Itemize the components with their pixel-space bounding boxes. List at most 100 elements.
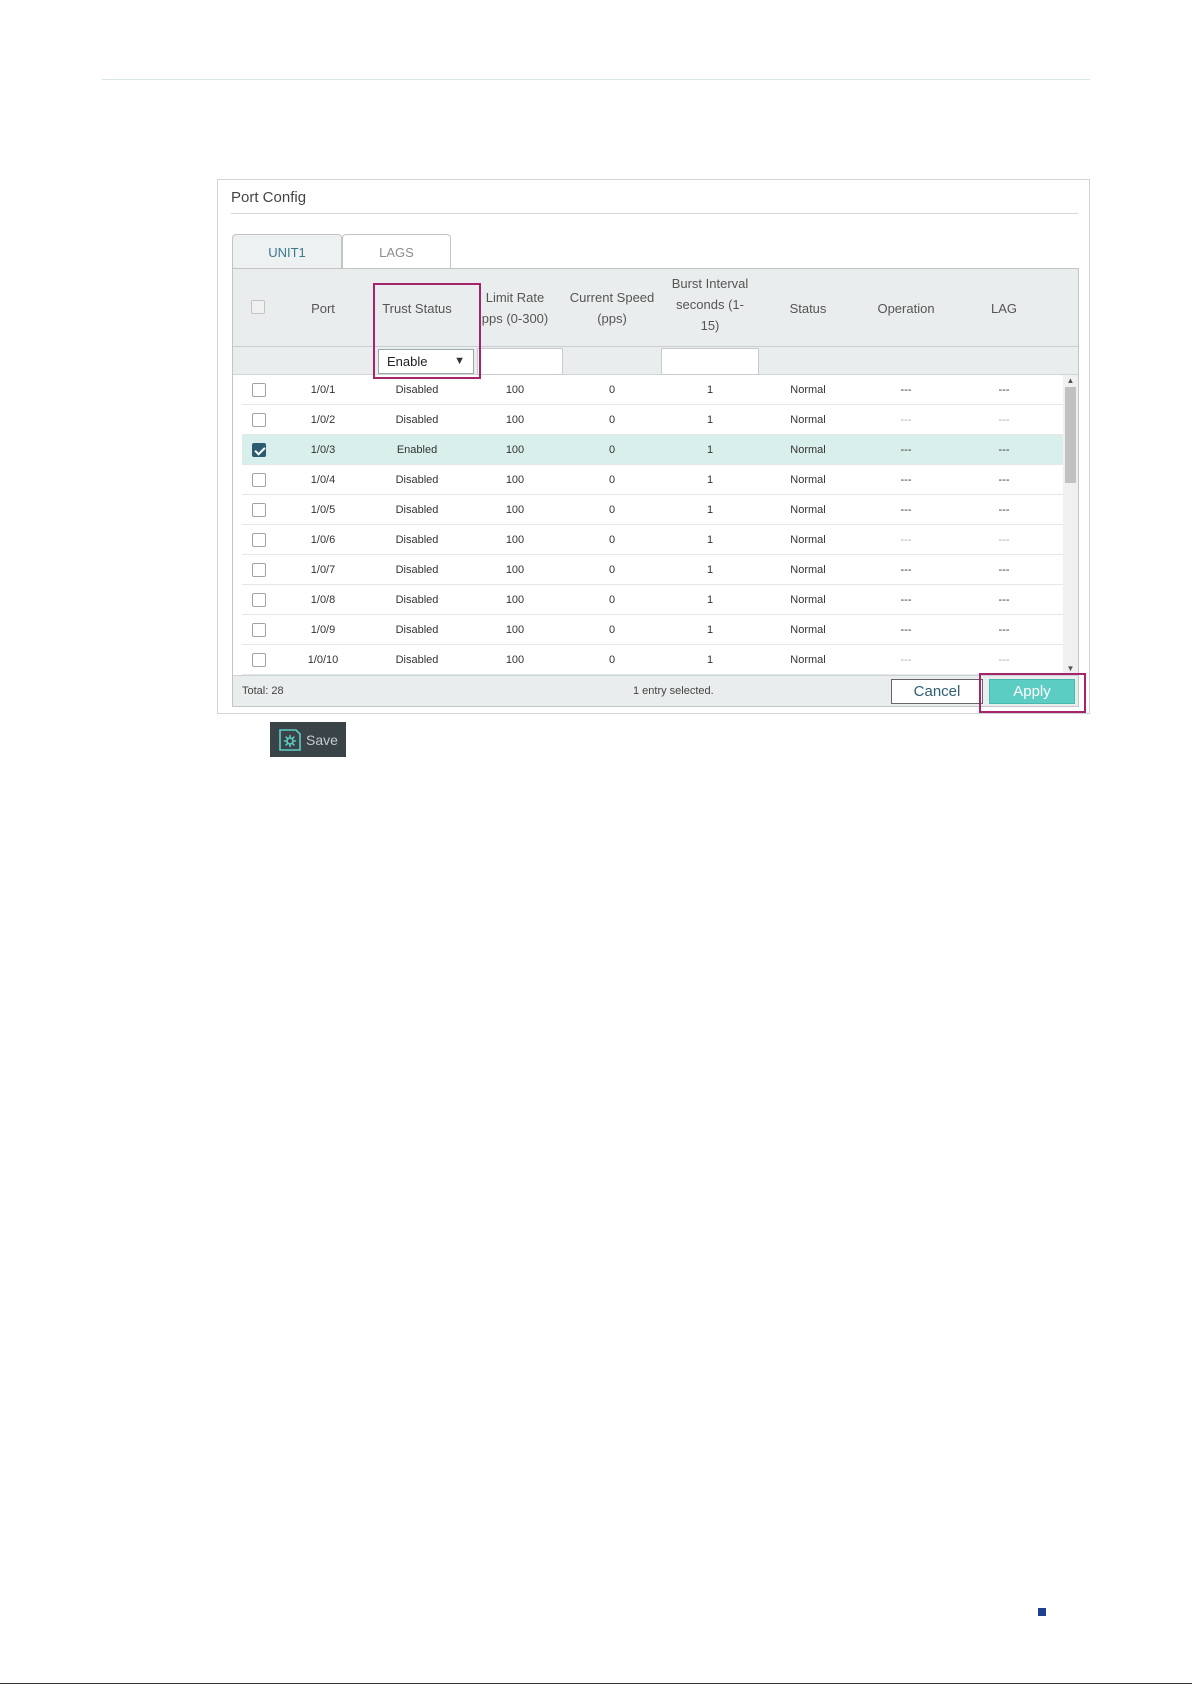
save-button[interactable]: Save bbox=[270, 722, 346, 757]
save-label: Save bbox=[306, 731, 338, 748]
cell-burst-interval: 1 bbox=[706, 444, 714, 456]
table-footer: Total: 28 1 entry selected. Cancel Apply bbox=[233, 675, 1078, 706]
cell-status: Normal bbox=[790, 654, 826, 666]
row-checkbox[interactable] bbox=[252, 503, 266, 517]
cell-current-speed: 0 bbox=[608, 534, 616, 546]
table-row[interactable]: 1/0/2 Disabled 100 0 1 Normal --- --- bbox=[242, 405, 1063, 435]
cell-trust-status: Disabled bbox=[395, 624, 439, 636]
row-checkbox[interactable] bbox=[252, 473, 266, 487]
tab-unit1[interactable]: UNIT1 bbox=[232, 234, 342, 269]
panel-divider bbox=[231, 213, 1078, 214]
cell-operation: --- bbox=[900, 594, 912, 606]
cell-operation: --- bbox=[900, 534, 912, 546]
port-config-panel: Port Config UNIT1 LAGS Port Trust Status… bbox=[217, 179, 1090, 714]
scroll-down-arrow-icon[interactable]: ▼ bbox=[1063, 663, 1078, 675]
cell-burst-interval: 1 bbox=[706, 384, 714, 396]
cell-port: 1/0/6 bbox=[310, 534, 336, 546]
table-row[interactable]: 1/0/6 Disabled 100 0 1 Normal --- --- bbox=[242, 525, 1063, 555]
table-row[interactable]: 1/0/7 Disabled 100 0 1 Normal --- --- bbox=[242, 555, 1063, 585]
cell-trust-status: Disabled bbox=[395, 384, 439, 396]
table-body: 1/0/1 Disabled 100 0 1 Normal --- --- 1/… bbox=[233, 375, 1063, 675]
table-row[interactable]: 1/0/4 Disabled 100 0 1 Normal --- --- bbox=[242, 465, 1063, 495]
tab-lags[interactable]: LAGS bbox=[342, 234, 451, 269]
row-checkbox[interactable] bbox=[252, 563, 266, 577]
row-checkbox[interactable] bbox=[252, 623, 266, 637]
page-marker bbox=[1038, 1608, 1046, 1616]
row-checkbox[interactable] bbox=[252, 653, 266, 667]
cell-burst-interval: 1 bbox=[706, 504, 714, 516]
cell-limit-rate: 100 bbox=[505, 594, 525, 606]
trust-status-select[interactable]: Enable ▼ bbox=[378, 349, 474, 374]
trust-status-select-value: Enable bbox=[387, 354, 428, 369]
filter-row: Enable ▼ bbox=[233, 347, 1078, 375]
limit-rate-input[interactable] bbox=[477, 348, 563, 375]
cell-operation: --- bbox=[900, 624, 912, 636]
col-limit-rate-line2: pps (0-300) bbox=[481, 311, 549, 326]
cell-status: Normal bbox=[790, 534, 826, 546]
cell-status: Normal bbox=[790, 504, 826, 516]
cell-limit-rate: 100 bbox=[505, 444, 525, 456]
cell-lag: --- bbox=[998, 594, 1010, 606]
scroll-up-arrow-icon[interactable]: ▲ bbox=[1063, 375, 1078, 387]
cell-status: Normal bbox=[790, 474, 826, 486]
cell-lag: --- bbox=[998, 384, 1010, 396]
cell-current-speed: 0 bbox=[608, 384, 616, 396]
col-current-speed-line1: Current Speed bbox=[569, 290, 655, 305]
cell-trust-status: Enabled bbox=[396, 444, 438, 456]
table-row[interactable]: 1/0/10 Disabled 100 0 1 Normal --- --- bbox=[242, 645, 1063, 675]
col-current-speed-line2: (pps) bbox=[597, 311, 627, 326]
table-scrollbar[interactable]: ▲ ▼ bbox=[1063, 375, 1078, 675]
table-row[interactable]: 1/0/9 Disabled 100 0 1 Normal --- --- bbox=[242, 615, 1063, 645]
col-limit-rate-line1: Limit Rate bbox=[485, 290, 545, 305]
cell-current-speed: 0 bbox=[608, 654, 616, 666]
cell-trust-status: Disabled bbox=[395, 564, 439, 576]
cell-limit-rate: 100 bbox=[505, 534, 525, 546]
burst-interval-input[interactable] bbox=[661, 348, 759, 375]
table-row[interactable]: 1/0/8 Disabled 100 0 1 Normal --- --- bbox=[242, 585, 1063, 615]
scrollbar-thumb[interactable] bbox=[1065, 387, 1076, 483]
row-checkbox[interactable] bbox=[252, 413, 266, 427]
col-burst-line3: 15) bbox=[700, 317, 720, 333]
cell-port: 1/0/7 bbox=[310, 564, 336, 576]
cell-limit-rate: 100 bbox=[505, 474, 525, 486]
table-row[interactable]: 1/0/1 Disabled 100 0 1 Normal --- --- bbox=[242, 375, 1063, 405]
cell-burst-interval: 1 bbox=[706, 654, 714, 666]
cell-limit-rate: 100 bbox=[505, 654, 525, 666]
cell-port: 1/0/3 bbox=[310, 444, 336, 456]
cell-port: 1/0/8 bbox=[310, 594, 336, 606]
top-divider bbox=[102, 79, 1090, 80]
cell-current-speed: 0 bbox=[608, 624, 616, 636]
cell-burst-interval: 1 bbox=[706, 534, 714, 546]
cell-status: Normal bbox=[790, 444, 826, 456]
cell-trust-status: Disabled bbox=[395, 534, 439, 546]
cell-trust-status: Disabled bbox=[395, 414, 439, 426]
panel-title: Port Config bbox=[231, 189, 307, 206]
save-gear-icon bbox=[279, 728, 301, 751]
col-trust-status: Trust Status bbox=[382, 300, 452, 316]
cell-status: Normal bbox=[790, 564, 826, 576]
cell-trust-status: Disabled bbox=[395, 474, 439, 486]
table-header: Port Trust Status Limit Rate pps (0-300)… bbox=[233, 269, 1078, 347]
col-status: Status bbox=[789, 300, 827, 316]
cell-current-speed: 0 bbox=[608, 444, 616, 456]
cell-lag: --- bbox=[998, 474, 1010, 486]
cell-port: 1/0/9 bbox=[310, 624, 336, 636]
row-checkbox[interactable] bbox=[252, 593, 266, 607]
cancel-button[interactable]: Cancel bbox=[891, 679, 983, 704]
row-checkbox[interactable] bbox=[252, 383, 266, 397]
col-burst-line1: Burst Interval bbox=[671, 275, 749, 291]
cell-current-speed: 0 bbox=[608, 564, 616, 576]
row-checkbox[interactable] bbox=[252, 533, 266, 547]
select-all-checkbox[interactable] bbox=[251, 300, 265, 314]
row-checkbox-checked[interactable] bbox=[252, 443, 266, 457]
col-limit-rate: Limit Rate pps (0-300) bbox=[467, 269, 563, 347]
apply-button[interactable]: Apply bbox=[989, 679, 1075, 704]
table-row[interactable]: 1/0/5 Disabled 100 0 1 Normal --- --- bbox=[242, 495, 1063, 525]
cell-current-speed: 0 bbox=[608, 504, 616, 516]
cell-trust-status: Disabled bbox=[395, 504, 439, 516]
cell-limit-rate: 100 bbox=[505, 504, 525, 516]
cell-current-speed: 0 bbox=[608, 594, 616, 606]
table-row-selected[interactable]: 1/0/3 Enabled 100 0 1 Normal --- --- bbox=[242, 435, 1063, 465]
cell-burst-interval: 1 bbox=[706, 414, 714, 426]
cell-operation: --- bbox=[900, 384, 912, 396]
